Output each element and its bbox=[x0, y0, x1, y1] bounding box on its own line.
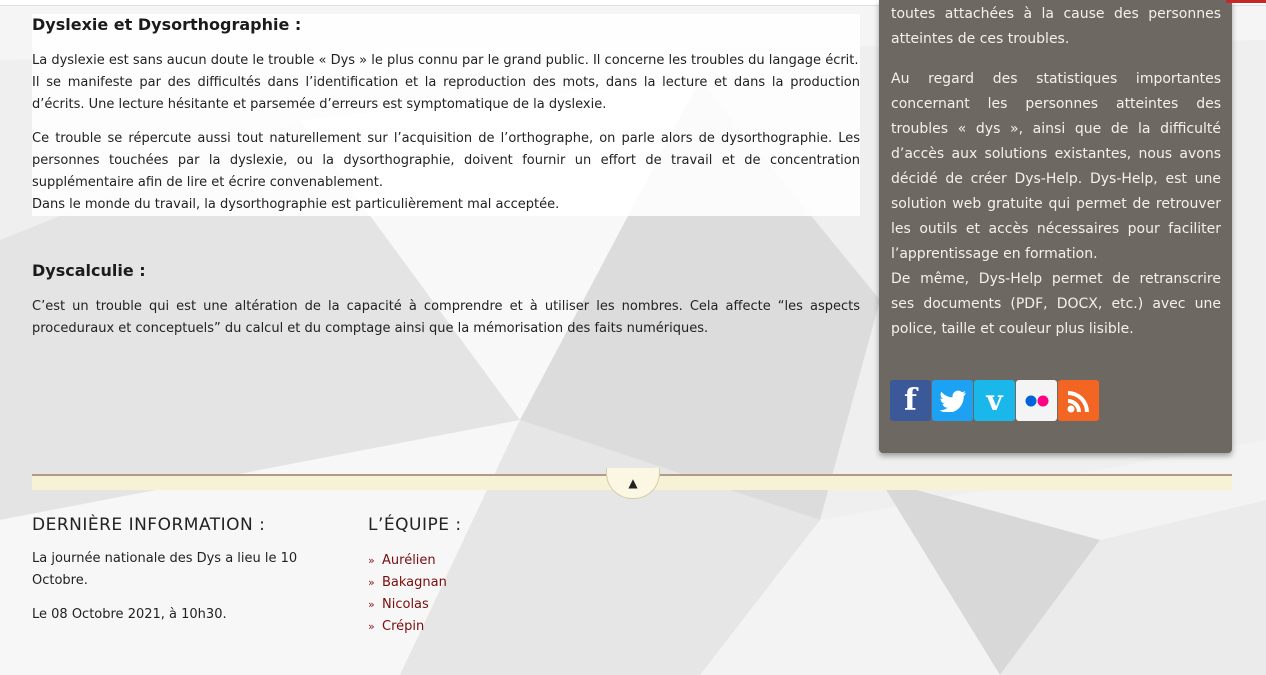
rss-icon[interactable] bbox=[1058, 380, 1099, 421]
sidebar-panel: toutes attachées à la cause des personne… bbox=[879, 0, 1232, 453]
flickr-icon[interactable] bbox=[1016, 380, 1057, 421]
dyslexie-p1-line1: La dyslexie est sans aucun doute le trou… bbox=[32, 53, 859, 68]
dyscalculie-title: Dyscalculie : bbox=[32, 261, 146, 280]
chevron-right-icon: » bbox=[368, 598, 375, 611]
dyslexie-paragraph-2: Ce trouble se répercute aussi tout natur… bbox=[32, 128, 860, 216]
facebook-icon[interactable]: f bbox=[890, 380, 931, 421]
team-member: » Crépin bbox=[368, 616, 568, 638]
dyslexie-paragraph-1: La dyslexie est sans aucun doute le trou… bbox=[32, 50, 860, 116]
chevron-right-icon: » bbox=[368, 554, 375, 567]
team-member-link[interactable]: Bakagnan bbox=[382, 572, 447, 594]
team-member: » Bakagnan bbox=[368, 572, 568, 594]
dyscalculie-paragraph: C’est un trouble qui est une altération … bbox=[32, 299, 860, 336]
team-list: » Aurélien » Bakagnan » Nicolas » Crépin bbox=[368, 550, 568, 638]
sidebar-paragraph-2: Au regard des statistiques importantes c… bbox=[891, 71, 1221, 262]
team-member: » Nicolas bbox=[368, 594, 568, 616]
twitter-icon[interactable] bbox=[932, 380, 973, 421]
dyslexie-p1-line2: Il se manifeste par des difficultés dans… bbox=[32, 75, 860, 112]
team-member: » Aurélien bbox=[368, 550, 568, 572]
footer-team-title: L’ÉQUIPE : bbox=[368, 515, 462, 535]
social-links: f v bbox=[890, 380, 1100, 421]
footer-team: L’ÉQUIPE : » Aurélien » Bakagnan » Nicolas … bbox=[368, 514, 568, 638]
sidebar-paragraph-3: De même, Dys-Help permet de retranscrire… bbox=[891, 271, 1221, 337]
footer-info-title: DERNIÈRE INFORMATION : bbox=[32, 515, 266, 535]
dyslexie-p2-line2: Dans le monde du travail, la dysorthogra… bbox=[32, 197, 560, 212]
dyscalculie-section: Dyscalculie : C’est un trouble qui est u… bbox=[32, 260, 860, 340]
team-member-link[interactable]: Crépin bbox=[382, 616, 424, 638]
dyslexie-title: Dyslexie et Dysorthographie : bbox=[32, 15, 302, 34]
arrow-up-icon: ▲ bbox=[628, 476, 638, 490]
main-content: Dyslexie et Dysorthographie : La dyslexi… bbox=[32, 14, 860, 352]
dyslexie-section: Dyslexie et Dysorthographie : La dyslexi… bbox=[32, 14, 860, 216]
team-member-link[interactable]: Nicolas bbox=[382, 594, 429, 616]
top-accent bbox=[1226, 0, 1266, 3]
chevron-right-icon: » bbox=[368, 576, 375, 589]
chevron-right-icon: » bbox=[368, 620, 375, 633]
footer-info: DERNIÈRE INFORMATION : La journée nation… bbox=[32, 514, 322, 638]
sidebar-paragraph-1: toutes attachées à la cause des personne… bbox=[891, 6, 1221, 47]
footer-info-text-2: Le 08 Octobre 2021, à 10h30. bbox=[32, 607, 227, 622]
vimeo-icon[interactable]: v bbox=[974, 380, 1015, 421]
footer-info-text-1: La journée nationale des Dys a lieu le 1… bbox=[32, 551, 298, 588]
dyslexie-p2-line1: Ce trouble se répercute aussi tout natur… bbox=[32, 131, 860, 190]
team-member-link[interactable]: Aurélien bbox=[382, 550, 436, 572]
sidebar-text: toutes attachées à la cause des personne… bbox=[891, 2, 1221, 357]
